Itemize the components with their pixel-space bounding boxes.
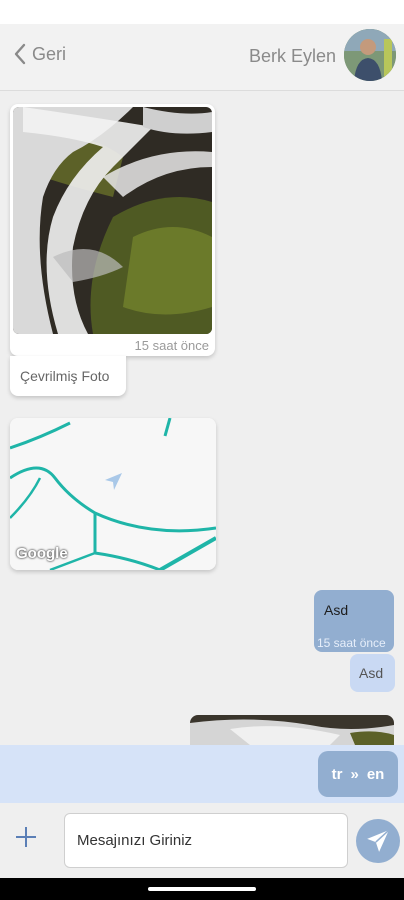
outgoing-photo-message[interactable] (190, 715, 394, 745)
send-icon (367, 829, 390, 852)
message-input[interactable] (64, 813, 348, 868)
translated-text: Asd (359, 665, 384, 681)
chevron-left-icon (14, 43, 26, 65)
message-timestamp: 15 saat önce (317, 636, 386, 650)
contact-name[interactable]: Berk Eylen (249, 46, 336, 67)
message-composer (0, 803, 404, 878)
source-language: tr (331, 765, 343, 783)
message-timestamp: 15 saat önce (134, 338, 209, 353)
target-language: en (366, 765, 385, 783)
home-indicator[interactable] (148, 887, 256, 891)
photo-caption-bubble: Çevrilmiş Foto (10, 356, 126, 396)
back-button[interactable]: Geri (12, 42, 66, 66)
google-logo: Google (16, 545, 68, 562)
photo-caption: Çevrilmiş Foto (20, 368, 110, 384)
system-navigation-bar (0, 878, 404, 900)
send-button[interactable] (356, 819, 400, 863)
location-map-message[interactable]: Google (10, 418, 216, 570)
incoming-photo-message[interactable]: 15 saat önce (10, 104, 215, 356)
translation-bubble: Asd (350, 654, 395, 692)
waterfall-photo[interactable] (190, 715, 394, 745)
outgoing-message-text: Asd (324, 602, 349, 618)
waterfall-photo[interactable] (13, 107, 212, 334)
avatar[interactable] (344, 29, 396, 81)
translate-bar: tr » en (0, 745, 404, 803)
plus-icon[interactable] (14, 825, 38, 855)
outgoing-message[interactable]: Asd 15 saat önce (314, 590, 394, 652)
double-arrow-icon: » (350, 765, 359, 783)
back-label: Geri (32, 43, 67, 64)
language-toggle-button[interactable]: tr » en (318, 751, 398, 797)
chat-header: Geri Berk Eylen (0, 24, 404, 91)
